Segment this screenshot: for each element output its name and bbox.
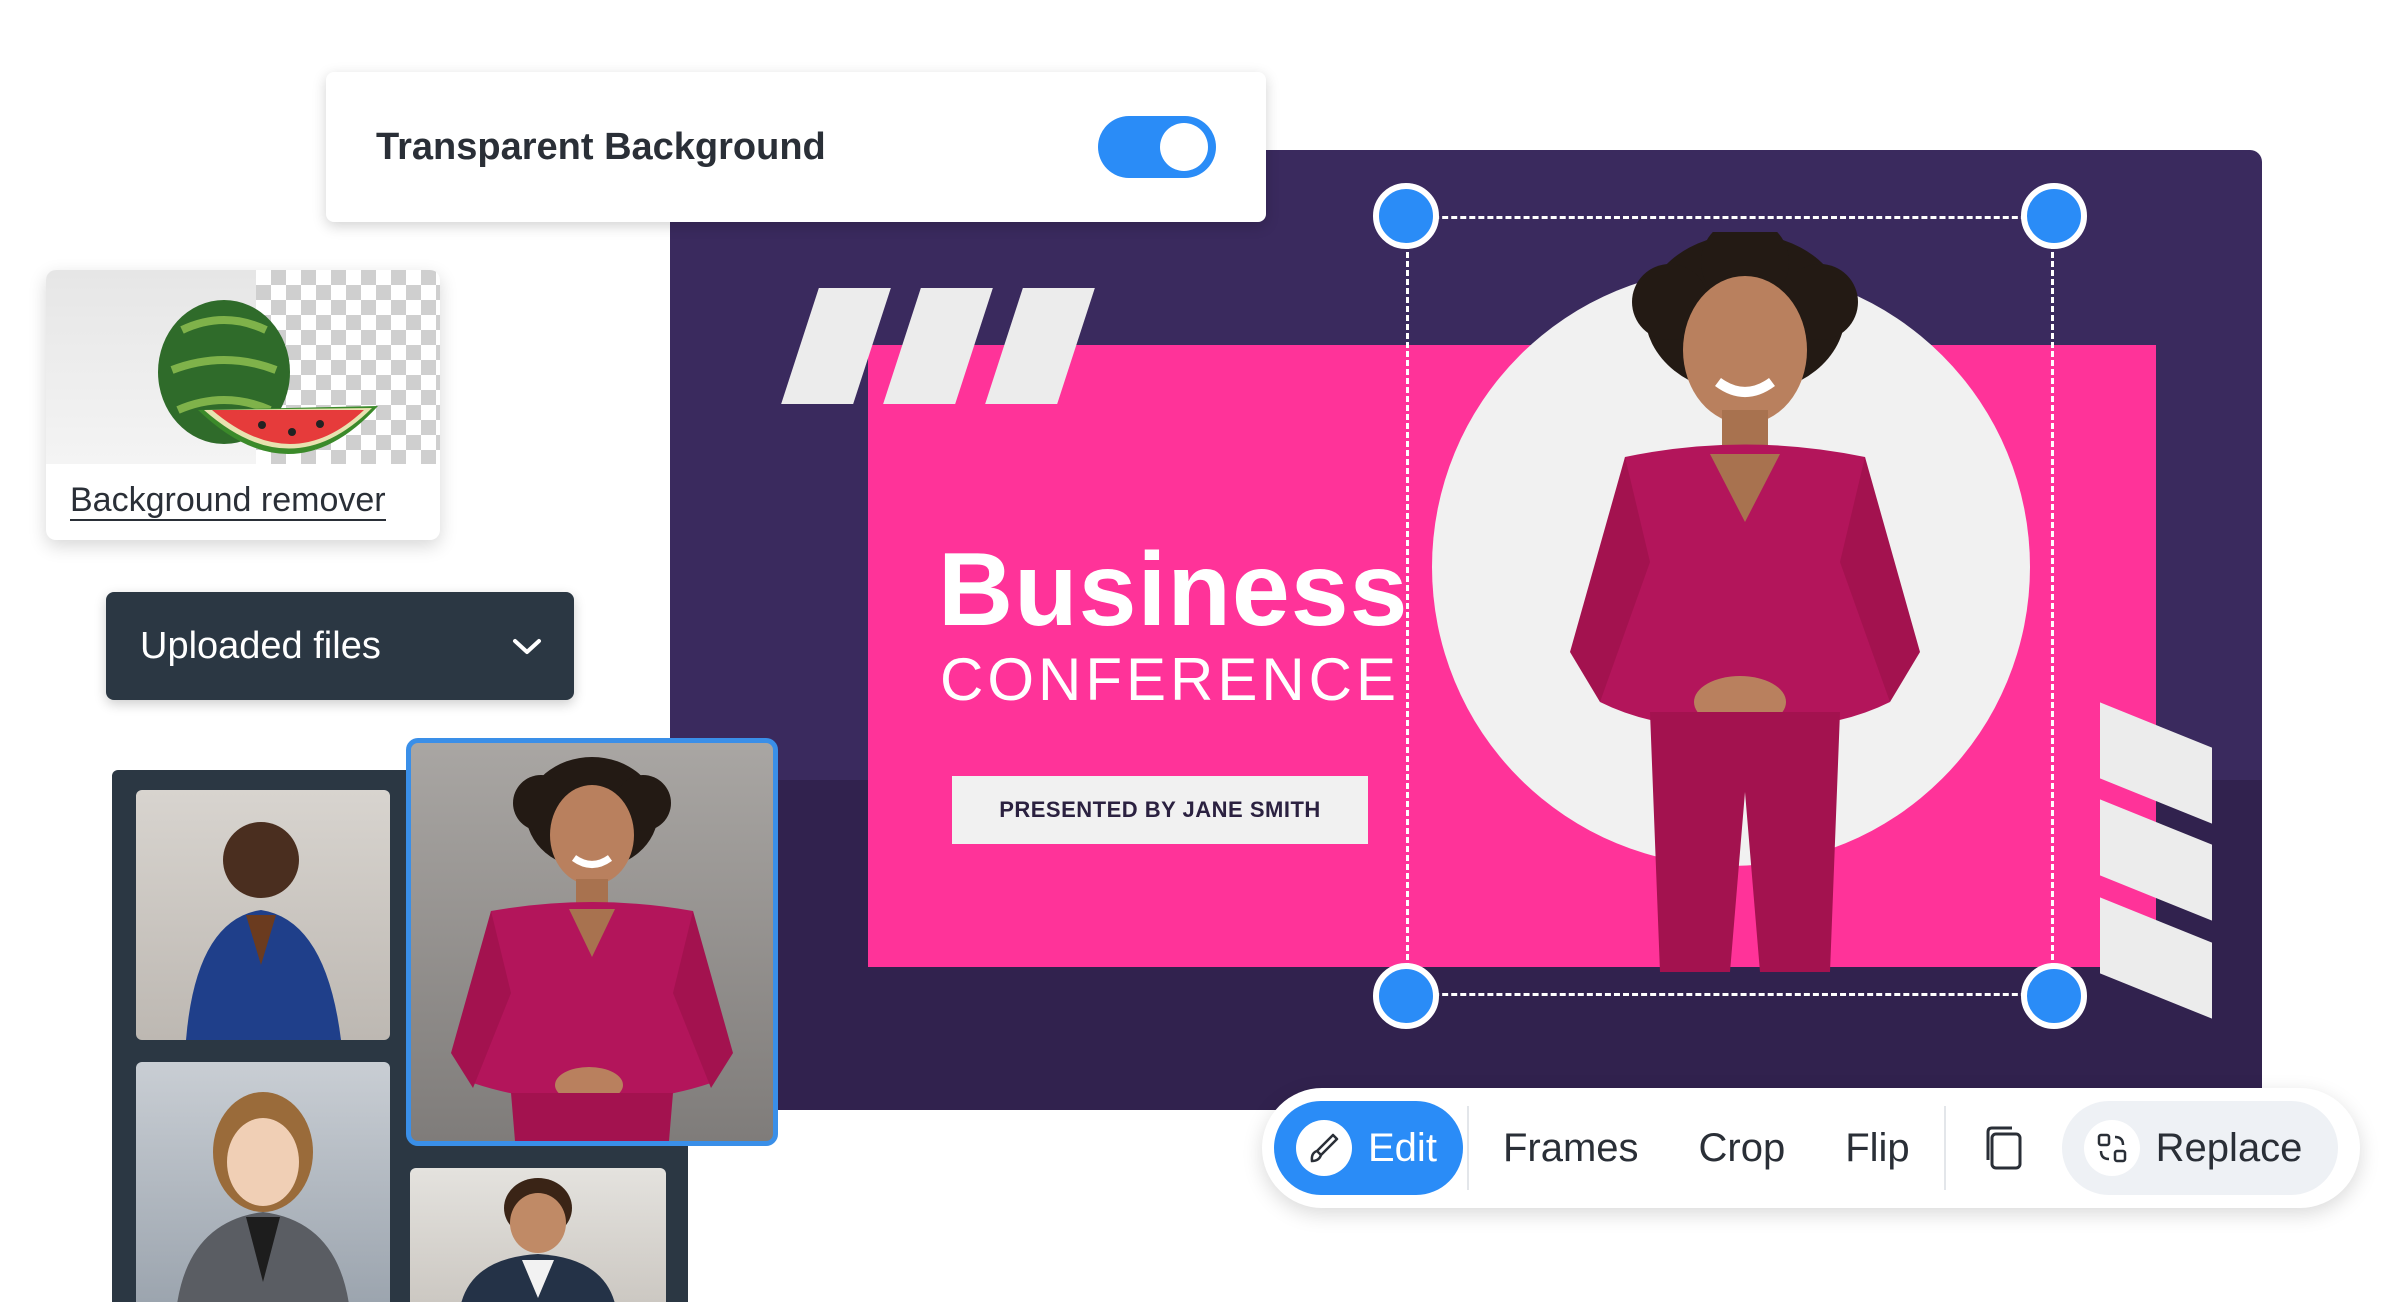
photo-thumbnail[interactable] (410, 1168, 666, 1302)
frames-button[interactable]: Frames (1473, 1126, 1669, 1171)
toolbar-divider (1466, 1106, 1469, 1190)
resize-handle-bottom-right[interactable] (2021, 963, 2087, 1029)
edit-label: Edit (1368, 1125, 1437, 1170)
duplicate-icon (1986, 1126, 2022, 1170)
image-toolbar: Edit Frames Crop Flip Replace (1262, 1088, 2360, 1208)
photo-thumbnail-selected[interactable] (406, 738, 778, 1146)
resize-handle-top-right[interactable] (2021, 183, 2087, 249)
toggle-knob (1160, 123, 1208, 171)
crop-button[interactable]: Crop (1669, 1126, 1816, 1171)
chevron-down-icon (513, 639, 541, 654)
duplicate-button[interactable] (1950, 1122, 2058, 1174)
toolbar-divider (1943, 1106, 1946, 1190)
resize-handle-top-left[interactable] (1373, 183, 1439, 249)
resize-handle-bottom-left[interactable] (1373, 963, 1439, 1029)
background-remover-link[interactable]: Background remover (70, 481, 386, 522)
photo-thumbnail[interactable] (136, 790, 390, 1040)
edit-button[interactable]: Edit (1274, 1101, 1463, 1195)
uploaded-files-dropdown[interactable]: Uploaded files (106, 592, 574, 700)
replace-icon (2083, 1120, 2140, 1176)
uploaded-files-label: Uploaded files (140, 624, 381, 667)
editor-stage: Business CONFERENCE PRESENTED BY JANE SM… (0, 0, 2384, 1302)
replace-label: Replace (2155, 1125, 2303, 1170)
design-canvas[interactable]: Business CONFERENCE PRESENTED BY JANE SM… (670, 150, 2262, 1110)
brush-icon (1296, 1120, 1352, 1176)
watermelon-icon (158, 300, 378, 455)
replace-button[interactable]: Replace (2061, 1101, 2339, 1195)
selection-box[interactable] (1406, 216, 2054, 996)
transparent-background-card: Transparent Background (326, 72, 1266, 222)
flip-button[interactable]: Flip (1815, 1126, 1939, 1171)
photo-thumbnail[interactable] (136, 1062, 390, 1302)
design-title[interactable]: Business (938, 538, 1408, 642)
transparent-background-label: Transparent Background (376, 125, 826, 168)
presenter-banner[interactable]: PRESENTED BY JANE SMITH (952, 776, 1368, 844)
design-subtitle[interactable]: CONFERENCE (940, 650, 1400, 710)
transparent-background-toggle[interactable] (1098, 116, 1216, 178)
background-remover-card[interactable]: Background remover (46, 270, 440, 540)
